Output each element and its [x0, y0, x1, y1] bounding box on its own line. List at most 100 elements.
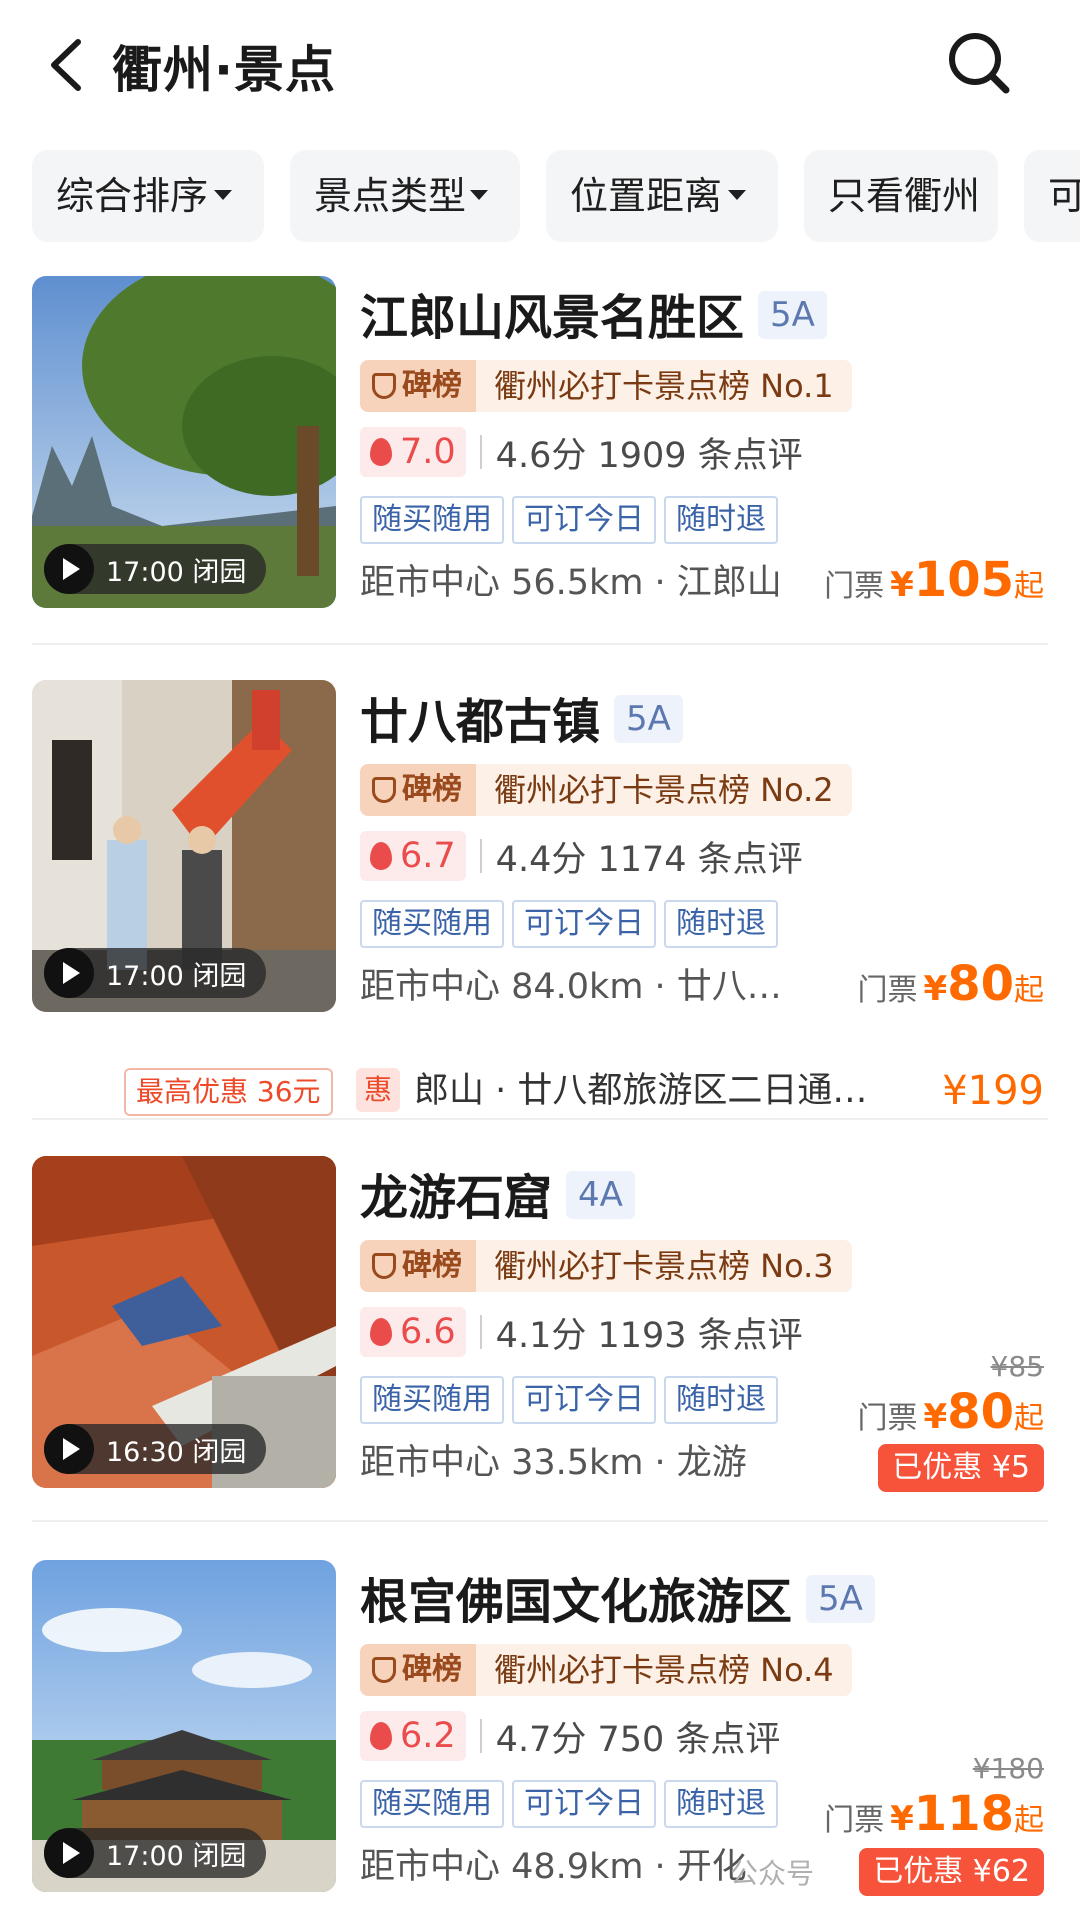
shield-icon [372, 777, 396, 803]
ticket-price[interactable]: 门票 ¥80起 [858, 1384, 1044, 1440]
play-icon[interactable] [44, 1828, 94, 1878]
attraction-card[interactable]: 16:30 闭园 龙游石窟 4A 碑榜 衢州必打卡景点榜 No.3 6.6 4.1… [0, 1156, 1080, 1526]
rank-text: 衢州必打卡景点榜 No.1 [476, 360, 852, 412]
heat-value: 6.7 [400, 836, 456, 876]
flame-icon [370, 1318, 392, 1346]
filter-only-quzhou[interactable]: 只看衢州 [804, 150, 998, 242]
attraction-card[interactable]: 17:00 闭园 江郎山风景名胜区 5A 碑榜 衢州必打卡景点榜 No.1 7.0… [0, 276, 1080, 646]
play-icon[interactable] [44, 544, 94, 594]
closing-time-badge: 17:00 闭园 [44, 544, 267, 594]
shield-icon [372, 373, 396, 399]
divider [479, 839, 482, 873]
caret-down-icon [214, 190, 232, 200]
package-price: ¥199 [942, 1068, 1044, 1114]
attraction-photo[interactable]: 17:00 闭园 [32, 1560, 336, 1892]
ticket-price[interactable]: 门票 ¥80起 [858, 956, 1044, 1012]
distance: 距市中心 56.5km · 江郎山 [360, 563, 782, 603]
package-promo[interactable]: 最高优惠 36元 惠 郎山 · 廿八都旅游区二日通… ¥199 [0, 1066, 1080, 1116]
service-tags: 随买随用 可订今日 随时退 [360, 900, 786, 948]
watermark: 公众号 [730, 1857, 815, 1890]
filter-type[interactable]: 景点类型 [290, 150, 520, 242]
review-count: 1909 条点评 [597, 435, 803, 476]
closing-time: 17:00 闭园 [106, 960, 247, 992]
back-arrow-icon[interactable] [40, 30, 100, 100]
attraction-name: 根宫佛国文化旅游区 5A [360, 1562, 875, 1632]
flame-icon [370, 1722, 392, 1750]
discount-applied-badge: 已优惠 ¥62 [859, 1848, 1044, 1896]
currency: ¥ [923, 969, 948, 1009]
user-score: 4.6分 [495, 435, 587, 476]
price-suffix: 起 [1014, 973, 1044, 1008]
play-icon[interactable] [44, 1424, 94, 1474]
currency: ¥ [890, 1799, 914, 1839]
heat-score: 6.7 [360, 831, 466, 881]
user-score: 4.7分 [495, 1719, 587, 1760]
attraction-card[interactable]: 17:00 闭园 廿八都古镇 5A 碑榜 衢州必打卡景点榜 No.2 6.7 4.… [0, 680, 1080, 1120]
original-price: ¥180 [972, 1752, 1044, 1785]
rating-row: 7.0 4.6分 1909 条点评 [360, 426, 803, 478]
filter-label: 可 [1048, 174, 1080, 218]
grade-badge: 5A [806, 1575, 875, 1623]
rank-badge-label: 碑榜 [402, 368, 462, 403]
filter-sort[interactable]: 综合排序 [32, 150, 264, 242]
tag: 可订今日 [512, 1376, 656, 1424]
price-value: 105 [913, 552, 1014, 608]
grade-badge: 5A [614, 695, 683, 743]
ranking-badge[interactable]: 碑榜 衢州必打卡景点榜 No.1 [360, 360, 852, 412]
filter-distance[interactable]: 位置距离 [546, 150, 778, 242]
attraction-photo[interactable]: 17:00 闭园 [32, 276, 336, 608]
distance: 距市中心 48.9km · 开化 [360, 1847, 747, 1887]
price-value: 80 [947, 1384, 1014, 1440]
attraction-card[interactable]: 17:00 闭园 根宫佛国文化旅游区 5A 碑榜 衢州必打卡景点榜 No.4 6.… [0, 1560, 1080, 1914]
caret-down-icon [470, 190, 488, 200]
tag: 可订今日 [512, 496, 656, 544]
filter-label: 综合排序 [56, 174, 209, 218]
play-icon[interactable] [44, 948, 94, 998]
divider [479, 1315, 482, 1349]
rank-text: 衢州必打卡景点榜 No.4 [476, 1644, 852, 1696]
tag: 可订今日 [512, 900, 656, 948]
grade-badge: 4A [566, 1171, 635, 1219]
attraction-title: 廿八都古镇 [360, 694, 601, 750]
price-label: 门票 [824, 569, 885, 604]
currency: ¥ [890, 565, 914, 605]
closing-time-badge: 16:30 闭园 [44, 1424, 267, 1474]
price-suffix: 起 [1014, 1401, 1044, 1436]
tag: 随时退 [664, 1376, 778, 1424]
ticket-price[interactable]: 门票 ¥118起 [824, 1786, 1044, 1842]
divider [32, 1118, 1048, 1120]
user-score: 4.4分 [495, 839, 587, 880]
rank-text: 衢州必打卡景点榜 No.3 [476, 1240, 852, 1292]
top-bar: 衢州·景点 [0, 0, 1080, 140]
shield-icon [372, 1657, 396, 1683]
distance: 距市中心 33.5km · 龙游 [360, 1443, 747, 1483]
attraction-photo[interactable]: 17:00 闭园 [32, 680, 336, 1012]
ranking-badge[interactable]: 碑榜 衢州必打卡景点榜 No.4 [360, 1644, 852, 1696]
price-label: 门票 [824, 1803, 885, 1838]
user-score: 4.1分 [495, 1315, 587, 1356]
attraction-title: 龙游石窟 [360, 1170, 553, 1226]
ranking-badge[interactable]: 碑榜 衢州必打卡景点榜 No.3 [360, 1240, 852, 1292]
ticket-price[interactable]: 门票 ¥105起 [824, 552, 1044, 608]
heat-score: 7.0 [360, 427, 466, 477]
package-name: 郎山 · 廿八都旅游区二日通… [414, 1071, 868, 1111]
ranking-badge[interactable]: 碑榜 衢州必打卡景点榜 No.2 [360, 764, 852, 816]
rank-badge: 碑榜 [360, 764, 476, 816]
search-icon[interactable] [944, 28, 1014, 98]
caret-down-icon [728, 190, 746, 200]
closing-time: 16:30 闭园 [106, 1436, 247, 1468]
attraction-name: 廿八都古镇 5A [360, 682, 683, 752]
service-tags: 随买随用 可订今日 随时退 [360, 496, 786, 544]
closing-time-badge: 17:00 闭园 [44, 948, 267, 998]
attraction-photo[interactable]: 16:30 闭园 [32, 1156, 336, 1488]
tag: 随买随用 [360, 900, 504, 948]
tag: 随时退 [664, 900, 778, 948]
currency: ¥ [923, 1397, 948, 1437]
review-count: 750 条点评 [597, 1719, 781, 1760]
heat-value: 6.2 [400, 1716, 456, 1756]
filter-more[interactable]: 可 [1024, 150, 1080, 242]
discount-badge: 惠 [356, 1068, 400, 1112]
tag: 随买随用 [360, 1376, 504, 1424]
heat-score: 6.6 [360, 1307, 466, 1357]
original-price: ¥85 [990, 1350, 1044, 1383]
